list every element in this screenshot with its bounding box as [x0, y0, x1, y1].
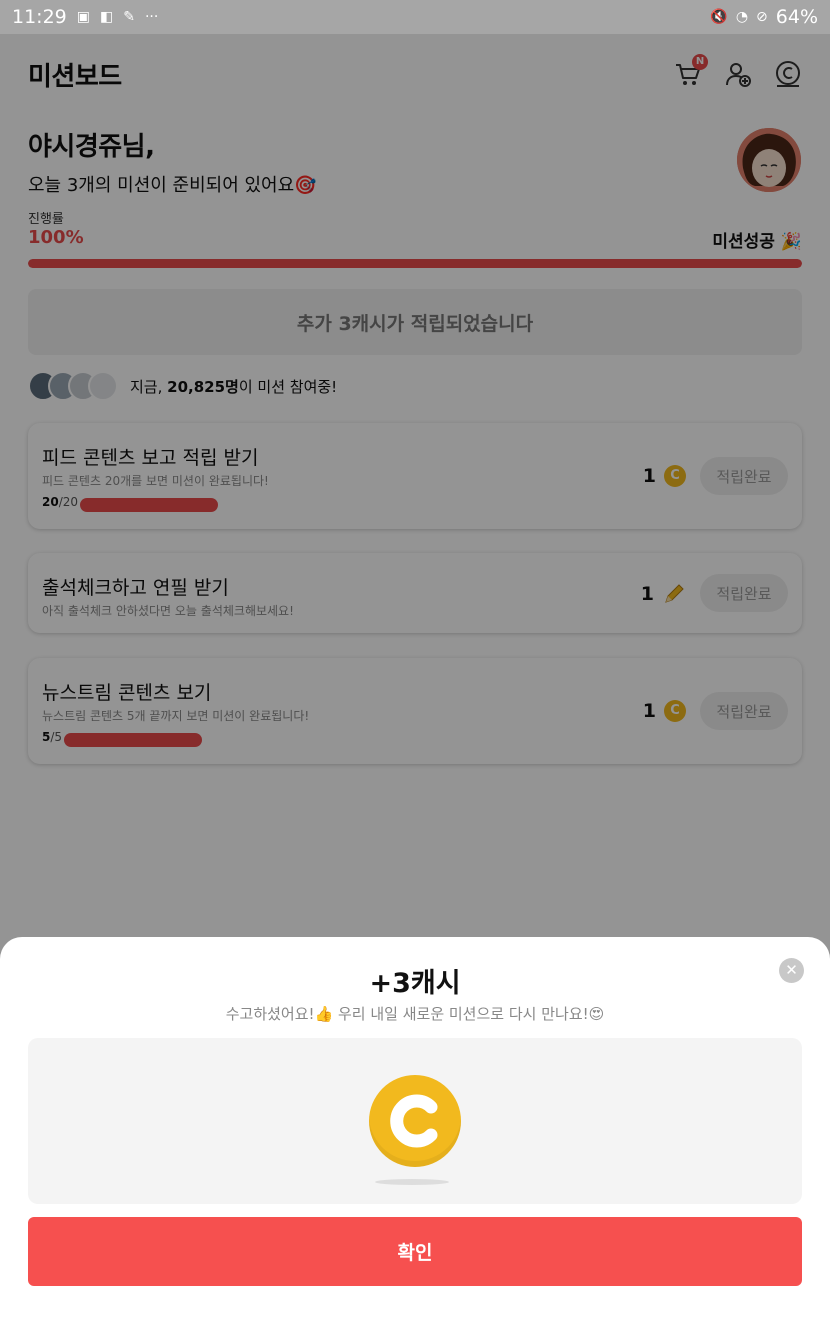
more-notifications-icon: ···	[144, 9, 159, 25]
wifi-icon: ◔	[735, 9, 749, 25]
battery-level: 64%	[775, 6, 818, 28]
modal-subtitle: 수고하셨어요!👍 우리 내일 새로운 미션으로 다시 만나요!😍	[225, 1005, 605, 1023]
modal-title: +3캐시	[369, 968, 461, 999]
confirm-button[interactable]: 확인	[28, 1217, 802, 1286]
status-time: 11:29	[12, 6, 67, 28]
app-notification-icon: ✎	[123, 9, 135, 25]
status-bar: 11:29 ▣ ◧ ✎ ··· 🔇 ◔ ⊘ 64%	[0, 0, 830, 34]
reward-bottom-sheet: ✕ +3캐시 수고하셨어요!👍 우리 내일 새로운 미션으로 다시 만나요!😍 …	[0, 937, 830, 1328]
coin-shadow	[375, 1179, 449, 1185]
do-not-disturb-icon: ⊘	[756, 9, 768, 25]
reward-panel	[28, 1038, 802, 1204]
coin-c-mark	[390, 1094, 438, 1148]
gallery-icon: ▣	[76, 9, 90, 25]
mute-icon: 🔇	[710, 9, 728, 25]
cash-coin-icon	[369, 1075, 461, 1167]
cashslide-icon: ◧	[100, 9, 114, 25]
